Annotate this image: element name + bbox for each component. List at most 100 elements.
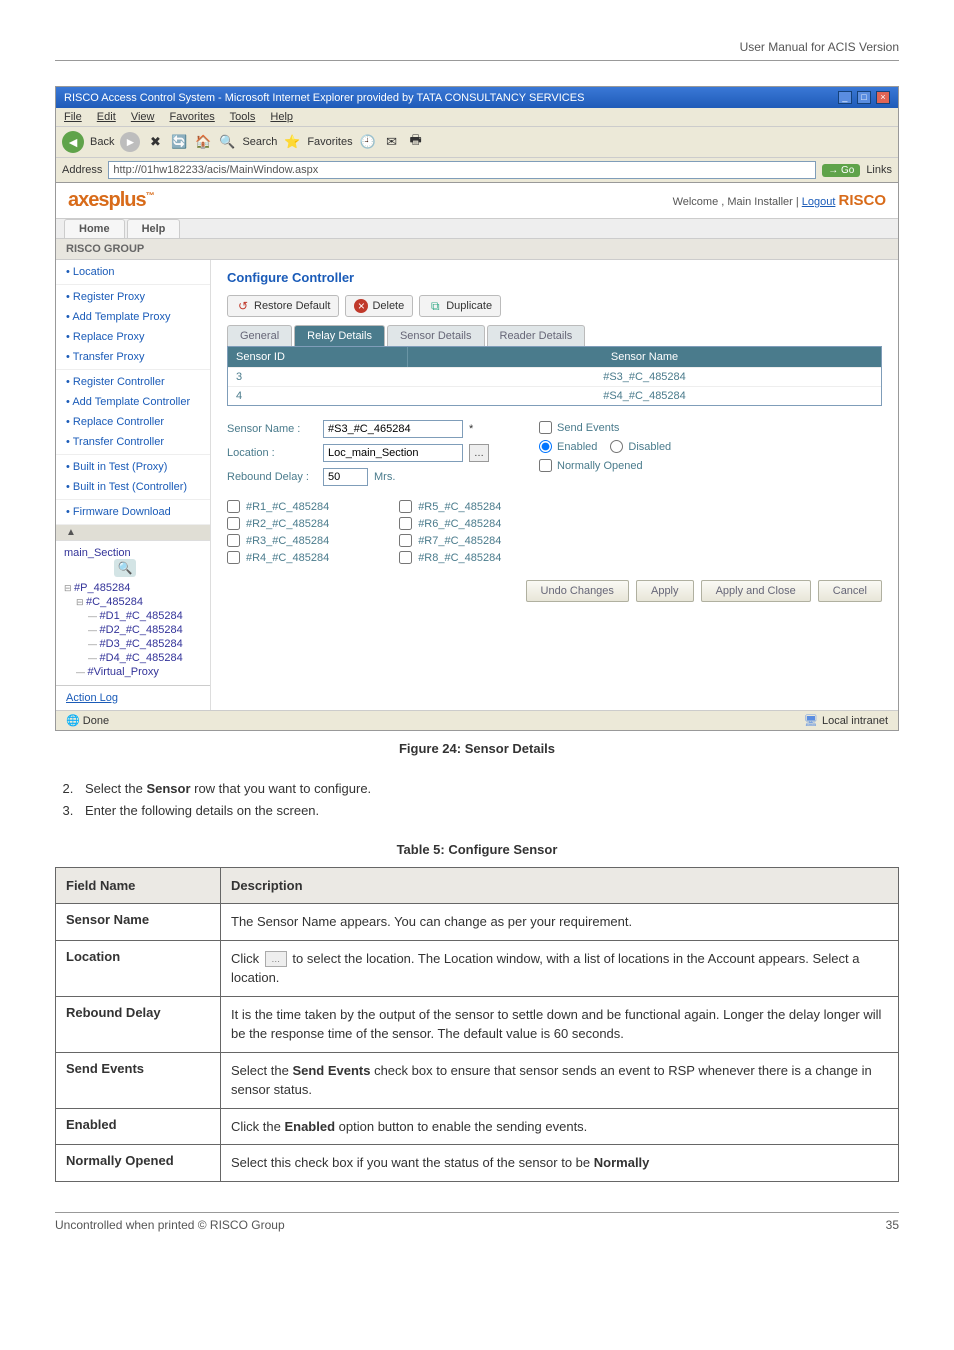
welcome-text: Welcome , Main Installer | Logout RISCO bbox=[673, 192, 886, 209]
restore-default-button[interactable]: ↺Restore Default bbox=[227, 295, 339, 317]
history-icon[interactable]: 🕘 bbox=[359, 133, 377, 151]
relay-checkbox[interactable] bbox=[399, 500, 412, 513]
menu-favorites[interactable]: Favorites bbox=[170, 111, 215, 123]
back-icon[interactable]: ◄ bbox=[62, 131, 84, 153]
nav-add-template-controller[interactable]: Add Template Controller bbox=[56, 392, 210, 412]
minimize-icon[interactable]: _ bbox=[838, 91, 852, 104]
tree-node[interactable]: #C_485284 bbox=[64, 595, 202, 609]
tab-help[interactable]: Help bbox=[127, 219, 181, 238]
relay-checkbox[interactable] bbox=[227, 500, 240, 513]
refresh-icon[interactable]: 🔄 bbox=[170, 133, 188, 151]
menubar: File Edit View Favorites Tools Help bbox=[56, 108, 898, 127]
relay-label: #R5_#C_485284 bbox=[418, 501, 501, 513]
relay-checkbox[interactable] bbox=[227, 534, 240, 547]
favorites-icon[interactable]: ⭐ bbox=[283, 133, 301, 151]
grid-row[interactable]: 3 #S3_#C_485284 bbox=[228, 367, 881, 386]
field-name-cell: Location bbox=[56, 940, 221, 996]
tree-node[interactable]: #D3_#C_485284 bbox=[64, 637, 202, 651]
tab-sensor-details[interactable]: Sensor Details bbox=[387, 325, 485, 346]
tree-node[interactable]: #Virtual_Proxy bbox=[64, 665, 202, 679]
search-label: Search bbox=[242, 136, 277, 148]
restore-icon: ↺ bbox=[236, 299, 250, 313]
footer-page-number: 35 bbox=[886, 1218, 899, 1232]
sensor-name-input[interactable] bbox=[323, 420, 463, 438]
field-name-cell: Sensor Name bbox=[56, 904, 221, 941]
description-cell: Select the Send Events check box to ensu… bbox=[221, 1052, 899, 1108]
tab-home[interactable]: Home bbox=[64, 219, 125, 238]
relay-checkbox[interactable] bbox=[399, 534, 412, 547]
normally-opened-checkbox[interactable] bbox=[539, 459, 552, 472]
nav-bit-proxy[interactable]: Built in Test (Proxy) bbox=[56, 457, 210, 477]
nav-register-proxy[interactable]: Register Proxy bbox=[56, 287, 210, 307]
table-caption: Table 5: Configure Sensor bbox=[55, 842, 899, 857]
expand-up[interactable]: ▲ bbox=[56, 525, 210, 540]
nav-bit-controller[interactable]: Built in Test (Controller) bbox=[56, 477, 210, 497]
mail-icon[interactable]: ✉ bbox=[383, 133, 401, 151]
duplicate-button[interactable]: ⧉Duplicate bbox=[419, 295, 501, 317]
description-cell: Click … to select the location. The Loca… bbox=[221, 940, 899, 996]
nav-location[interactable]: Location bbox=[56, 262, 210, 282]
status-done: 🌐 Done bbox=[66, 714, 109, 727]
close-icon[interactable]: × bbox=[876, 91, 890, 104]
nav-replace-controller[interactable]: Replace Controller bbox=[56, 412, 210, 432]
relay-label: #R3_#C_485284 bbox=[246, 535, 329, 547]
send-events-label: Send Events bbox=[557, 422, 619, 434]
tree-node[interactable]: #D4_#C_485284 bbox=[64, 651, 202, 665]
disabled-radio[interactable] bbox=[610, 440, 623, 453]
window-title: RISCO Access Control System - Microsoft … bbox=[64, 92, 584, 104]
tab-reader-details[interactable]: Reader Details bbox=[487, 325, 586, 346]
relay-checkbox[interactable] bbox=[399, 551, 412, 564]
location-input[interactable] bbox=[323, 444, 463, 462]
rebound-unit: Mrs. bbox=[374, 471, 395, 483]
search-icon[interactable]: 🔍 bbox=[218, 133, 236, 151]
rebound-delay-input[interactable] bbox=[323, 468, 368, 486]
step-item: Enter the following details on the scree… bbox=[77, 800, 899, 822]
grid-header-sensor-name: Sensor Name bbox=[408, 347, 881, 367]
apply-and-close-button[interactable]: Apply and Close bbox=[701, 580, 811, 602]
relay-checkbox[interactable] bbox=[227, 517, 240, 530]
menu-edit[interactable]: Edit bbox=[97, 111, 116, 123]
nav-replace-proxy[interactable]: Replace Proxy bbox=[56, 327, 210, 347]
home-icon[interactable]: 🏠 bbox=[194, 133, 212, 151]
apply-button[interactable]: Apply bbox=[636, 580, 694, 602]
stop-icon[interactable]: ✖ bbox=[146, 133, 164, 151]
tab-general[interactable]: General bbox=[227, 325, 292, 346]
nav-firmware-download[interactable]: Firmware Download bbox=[56, 502, 210, 522]
nav-register-controller[interactable]: Register Controller bbox=[56, 372, 210, 392]
group-header: RISCO GROUP bbox=[56, 239, 898, 260]
tree-search-icon[interactable]: 🔍 bbox=[114, 559, 136, 577]
logout-link[interactable]: Logout bbox=[802, 196, 836, 208]
th-description: Description bbox=[221, 868, 899, 904]
maximize-icon[interactable]: □ bbox=[857, 91, 871, 104]
enabled-radio[interactable] bbox=[539, 440, 552, 453]
grid-row[interactable]: 4 #S4_#C_485284 bbox=[228, 386, 881, 405]
nav-add-template-proxy[interactable]: Add Template Proxy bbox=[56, 307, 210, 327]
links-label[interactable]: Links bbox=[866, 164, 892, 176]
menu-file[interactable]: File bbox=[64, 111, 82, 123]
tab-relay-details[interactable]: Relay Details bbox=[294, 325, 385, 346]
url-input[interactable]: http://01hw182233/acis/MainWindow.aspx bbox=[108, 161, 816, 179]
nav-transfer-proxy[interactable]: Transfer Proxy bbox=[56, 347, 210, 367]
location-label: Location : bbox=[227, 447, 317, 459]
relay-label: #R4_#C_485284 bbox=[246, 552, 329, 564]
tree-node[interactable]: #D2_#C_485284 bbox=[64, 623, 202, 637]
print-icon[interactable]: 🖶 bbox=[407, 133, 425, 151]
delete-button[interactable]: ×Delete bbox=[345, 295, 413, 317]
page-header: User Manual for ACIS Version bbox=[55, 40, 899, 61]
menu-tools[interactable]: Tools bbox=[230, 111, 256, 123]
undo-changes-button[interactable]: Undo Changes bbox=[526, 580, 629, 602]
go-button[interactable]: → Go bbox=[822, 164, 860, 177]
menu-help[interactable]: Help bbox=[270, 111, 293, 123]
location-browse-button[interactable]: … bbox=[469, 444, 489, 462]
action-log-link[interactable]: Action Log bbox=[66, 692, 118, 704]
send-events-checkbox[interactable] bbox=[539, 421, 552, 434]
cancel-button[interactable]: Cancel bbox=[818, 580, 882, 602]
relay-checkbox[interactable] bbox=[227, 551, 240, 564]
menu-view[interactable]: View bbox=[131, 111, 155, 123]
forward-icon[interactable]: ► bbox=[120, 132, 140, 152]
nav-transfer-controller[interactable]: Transfer Controller bbox=[56, 432, 210, 452]
tree-node[interactable]: #P_485284 bbox=[64, 581, 202, 595]
field-name-cell: Rebound Delay bbox=[56, 996, 221, 1052]
relay-checkbox[interactable] bbox=[399, 517, 412, 530]
tree-node[interactable]: #D1_#C_485284 bbox=[64, 609, 202, 623]
